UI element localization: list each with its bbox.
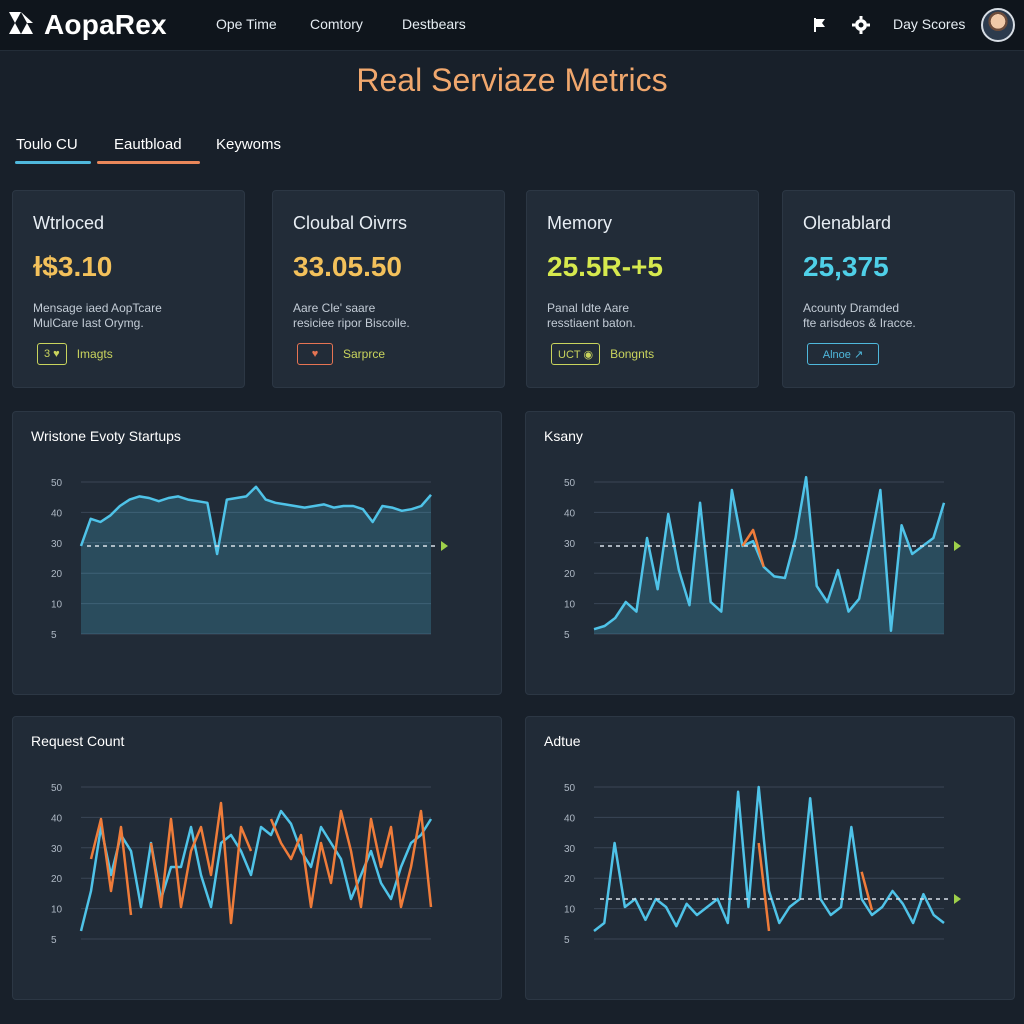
threshold-marker xyxy=(441,541,448,551)
y-tick-label: 50 xyxy=(51,783,63,794)
chart-wristone: 50 40 30 20 10 5 xyxy=(51,478,448,641)
y-tick-label: 40 xyxy=(564,813,576,824)
y-tick-label: 30 xyxy=(564,539,576,550)
y-tick-label: 20 xyxy=(564,569,576,580)
card-value: 33.05.50 xyxy=(293,251,402,282)
card-description-line: Panal Idte Aare xyxy=(547,301,630,315)
card-action-sarprce[interactable]: ♥ Sarprce xyxy=(297,343,385,365)
y-tick-label: 30 xyxy=(564,844,576,855)
card-value: 25.5R-+5 xyxy=(547,251,663,282)
card-action-label[interactable]: Imagts xyxy=(77,347,113,361)
brand[interactable]: AopaRex xyxy=(6,8,167,42)
nav-item-destbears[interactable]: Destbears xyxy=(402,16,466,32)
page-title: Real Serviaze Metrics xyxy=(356,62,668,98)
chart-panel-adtue: Adtue 50 40 30 20 10 5 xyxy=(525,716,1015,1000)
y-tick-label: 10 xyxy=(564,600,576,611)
card-title: Cloubal Oivrrs xyxy=(293,213,408,233)
y-tick-label: 10 xyxy=(51,600,63,611)
card-description-line: resiciee ripor Biscoile. xyxy=(293,316,410,330)
card-action-imagts[interactable]: 3 ♥ Imagts xyxy=(37,343,113,365)
card-description: Panal Idte Aare resstiaent baton. xyxy=(547,301,747,331)
tab-toulo-cu[interactable]: Toulo CU xyxy=(16,136,78,163)
flag-icon[interactable] xyxy=(810,15,830,35)
y-tick-label: 5 xyxy=(51,630,57,641)
card-description-line: resstiaent baton. xyxy=(547,316,636,330)
card-description-line: Acounty Dramded xyxy=(803,301,900,315)
day-scores-link[interactable]: Day Scores xyxy=(893,16,965,32)
metric-card-memory: Memory 25.5R-+5 Panal Idte Aare resstiae… xyxy=(526,190,759,388)
gear-icon[interactable] xyxy=(851,15,871,35)
y-tick-label: 50 xyxy=(51,478,63,489)
tab-eautbload[interactable]: Eautbload xyxy=(114,136,182,163)
series-line xyxy=(79,809,433,932)
tab-eautbload-underline xyxy=(97,161,200,164)
y-tick-label: 50 xyxy=(564,783,576,794)
y-tick-label: 40 xyxy=(564,508,576,519)
y-tick-label: 40 xyxy=(51,813,63,824)
card-action-label[interactable]: Bongnts xyxy=(610,347,654,361)
metric-card-cloubal-oivrrs: Cloubal Oivrrs 33.05.50 Aare Cle' saare … xyxy=(272,190,505,388)
tab-toulo-cu-underline xyxy=(15,161,91,164)
logo-icon xyxy=(6,8,36,43)
y-tick-label: 20 xyxy=(564,874,576,885)
series-line xyxy=(593,785,945,932)
series-area xyxy=(81,486,431,634)
nav-item-ope-time[interactable]: Ope Time xyxy=(216,16,277,32)
card-description-line: fte arisdeos & Iracce. xyxy=(803,316,916,330)
card-chip[interactable]: UCT ◉ xyxy=(551,343,601,365)
y-tick-label: 40 xyxy=(51,508,63,519)
y-tick-label: 30 xyxy=(51,844,63,855)
threshold-marker xyxy=(954,894,961,904)
chart-adtue: 50 40 30 20 10 5 xyxy=(564,783,961,946)
nav-item-comtory[interactable]: Comtory xyxy=(310,16,363,32)
series-line xyxy=(89,817,133,916)
card-value: 25,375 xyxy=(803,251,889,282)
card-action-label[interactable]: Sarprce xyxy=(343,347,385,361)
card-title: Memory xyxy=(547,213,613,233)
chart-request-count: 50 40 30 20 10 5 xyxy=(51,783,433,946)
threshold-marker xyxy=(954,541,961,551)
chart-ksany: 50 40 30 20 10 5 xyxy=(564,475,961,641)
card-title: Wtrloced xyxy=(33,213,105,233)
card-chip[interactable]: 3 ♥ xyxy=(37,343,67,365)
card-action-alnoe[interactable]: Alnoe ↗ xyxy=(807,343,889,365)
y-tick-label: 10 xyxy=(564,905,576,916)
y-tick-label: 50 xyxy=(564,478,576,489)
chart-panel-wristone: Wristone Evoty Startups 50 40 30 20 10 5 xyxy=(12,411,502,695)
tab-keywoms[interactable]: Keywoms xyxy=(216,136,281,163)
top-bar: AopaRex Ope Time Comtory Destbears Day S… xyxy=(0,0,1024,51)
card-action-bongnts[interactable]: UCT ◉ Bongnts xyxy=(551,343,654,365)
chart-panel-ksany: Ksany 50 40 30 20 10 5 xyxy=(525,411,1015,695)
brand-name: AopaRex xyxy=(44,9,167,40)
card-description: Acounty Dramded fte arisdeos & Iracce. xyxy=(803,301,1003,331)
card-chip[interactable]: Alnoe ↗ xyxy=(807,343,879,365)
card-description: Mensage iaed AopTcare MulCare Iast Orymg… xyxy=(33,301,233,331)
card-value: ɫ$3.10 xyxy=(33,251,113,282)
y-tick-label: 5 xyxy=(564,630,570,641)
y-tick-label: 10 xyxy=(51,905,63,916)
series-line xyxy=(269,809,433,909)
y-tick-label: 20 xyxy=(51,569,63,580)
y-tick-label: 20 xyxy=(51,874,63,885)
card-description-line: MulCare Iast Orymg. xyxy=(33,316,144,330)
card-description: Aare Cle' saare resiciee ripor Biscoile. xyxy=(293,301,493,331)
y-tick-label: 30 xyxy=(51,539,63,550)
y-tick-label: 5 xyxy=(564,935,570,946)
series-line xyxy=(860,871,874,911)
card-description-line: Mensage iaed AopTcare xyxy=(33,301,162,315)
card-title: Olenablard xyxy=(803,213,892,233)
series-area xyxy=(594,477,944,634)
card-chip[interactable]: ♥ xyxy=(297,343,333,365)
chart-panel-request-count: Request Count 50 40 30 20 10 5 xyxy=(12,716,502,1000)
metric-card-wtrloced: Wtrloced ɫ$3.10 Mensage iaed AopTcare Mu… xyxy=(12,190,245,388)
card-description-line: Aare Cle' saare xyxy=(293,301,376,315)
metric-card-olenablard: Olenablard 25,375 Acounty Dramded fte ar… xyxy=(782,190,1015,388)
y-tick-label: 5 xyxy=(51,935,57,946)
series-line xyxy=(149,801,253,925)
avatar[interactable] xyxy=(981,8,1015,42)
